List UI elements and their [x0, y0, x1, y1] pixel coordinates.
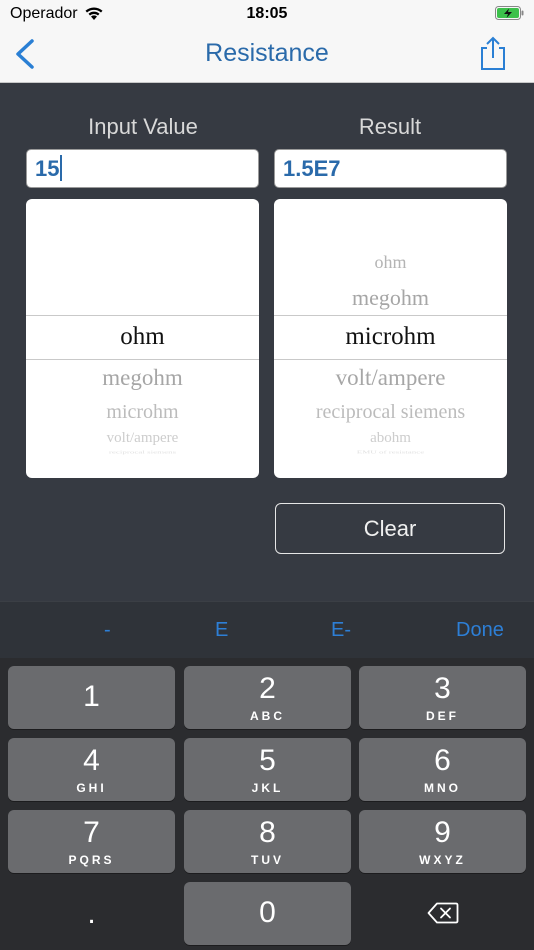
key-9[interactable]: 9 WXYZ — [359, 810, 526, 873]
backspace-icon — [427, 902, 458, 924]
picker-selection-line — [274, 315, 507, 316]
key-digit: 4 — [83, 744, 100, 777]
carrier-label: Operador — [10, 5, 78, 22]
input-value-label: Input Value — [88, 114, 198, 139]
back-button[interactable] — [8, 34, 44, 74]
picker-row[interactable]: reciprocal siemens — [26, 450, 259, 455]
delete-key[interactable] — [359, 882, 526, 945]
navigation-bar: Operador 18:05 Resistance — [0, 0, 534, 83]
picker-row[interactable]: microhm — [26, 401, 259, 424]
key-letters: GHI — [76, 781, 107, 795]
key-letters: ABC — [250, 709, 285, 723]
key-digit: 1 — [83, 680, 100, 713]
picker-selection-line — [26, 359, 259, 360]
input-value-text: 15 — [35, 156, 60, 181]
numeric-keypad: 1 2 ABC 3 DEF 4 GHI 5 JKL 6 MNO 7 PQRS 8… — [0, 658, 534, 950]
key-letters: PQRS — [68, 853, 115, 867]
key-letters: MNO — [424, 781, 461, 795]
picker-row[interactable]: megohm — [274, 285, 507, 311]
minus-button[interactable]: - — [104, 619, 111, 642]
picker-row[interactable]: megohm — [26, 365, 259, 391]
key-3[interactable]: 3 DEF — [359, 666, 526, 729]
done-button[interactable]: Done — [456, 619, 504, 642]
result-label: Result — [358, 114, 422, 139]
key-digit: 6 — [434, 744, 451, 777]
key-letters: TUV — [251, 853, 284, 867]
key-letters: DEF — [426, 709, 459, 723]
page-title: Resistance — [205, 39, 329, 67]
picker-row[interactable]: volt/ampere — [26, 430, 259, 447]
result-unit-picker[interactable]: ohm megohm microhm volt/ampere reciproca… — [274, 199, 507, 478]
key-2[interactable]: 2 ABC — [184, 666, 351, 729]
picker-row-selected[interactable]: ohm — [26, 323, 259, 351]
input-value-field[interactable]: 15 — [26, 149, 259, 188]
key-digit: . — [87, 897, 96, 930]
exponent-button[interactable]: E — [215, 619, 228, 642]
key-6[interactable]: 6 MNO — [359, 738, 526, 801]
clear-button[interactable]: Clear — [275, 503, 505, 554]
key-digit: 0 — [259, 896, 276, 929]
key-4[interactable]: 4 GHI — [8, 738, 175, 801]
key-5[interactable]: 5 JKL — [184, 738, 351, 801]
picker-row-selected[interactable]: microhm — [274, 323, 507, 351]
key-digit: 2 — [259, 672, 276, 705]
keyboard-accessory-bar: - E E- Done — [0, 601, 534, 658]
key-digit: 7 — [83, 816, 100, 849]
picker-row[interactable]: reciprocal siemens — [274, 401, 507, 424]
key-digit: 8 — [259, 816, 276, 849]
key-letters: WXYZ — [419, 853, 466, 867]
picker-selection-line — [26, 315, 259, 316]
decimal-key[interactable]: . — [8, 882, 175, 945]
key-digit: 5 — [259, 744, 276, 777]
key-digit: 9 — [434, 816, 451, 849]
chevron-left-icon — [16, 39, 34, 69]
picker-row[interactable]: abohm — [274, 430, 507, 447]
key-7[interactable]: 7 PQRS — [8, 810, 175, 873]
picker-selection-line — [274, 359, 507, 360]
key-8[interactable]: 8 TUV — [184, 810, 351, 873]
key-letters: JKL — [251, 781, 284, 795]
picker-row[interactable]: ohm — [274, 252, 507, 273]
text-caret — [60, 155, 63, 182]
negative-exponent-button[interactable]: E- — [331, 619, 351, 642]
key-0[interactable]: 0 — [184, 882, 351, 945]
picker-row[interactable]: EMU of resistance — [274, 450, 507, 455]
share-icon — [481, 36, 505, 70]
key-1[interactable]: 1 — [8, 666, 175, 729]
result-field[interactable]: 1.5E7 — [274, 149, 507, 188]
key-digit: 3 — [434, 672, 451, 705]
share-button[interactable] — [476, 34, 510, 74]
wifi-icon — [85, 7, 103, 20]
battery-charging-icon — [495, 6, 524, 20]
result-value-text: 1.5E7 — [283, 156, 341, 181]
input-unit-picker[interactable]: ohm megohm microhm volt/ampere reciproca… — [26, 199, 259, 478]
picker-row[interactable]: volt/ampere — [274, 365, 507, 391]
status-time: 18:05 — [246, 5, 288, 22]
